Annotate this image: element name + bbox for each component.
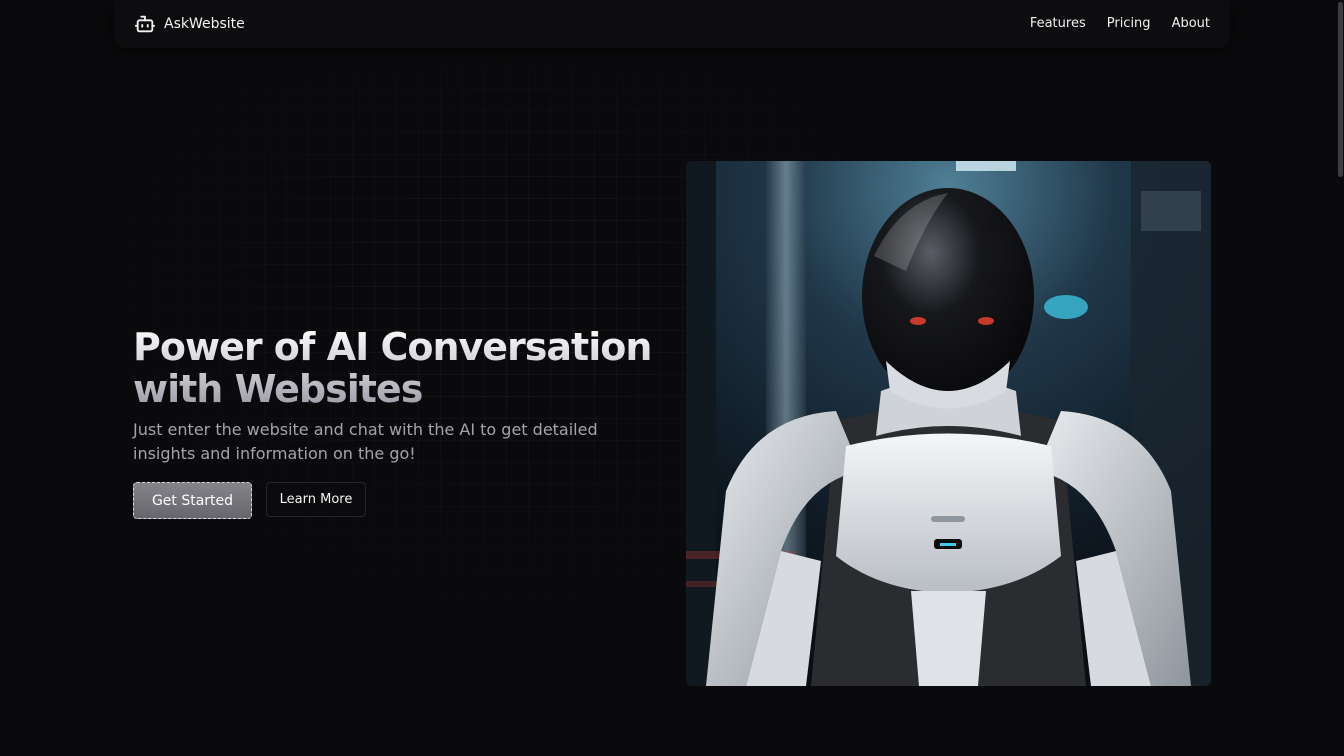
hero-headline-line-2: with Websites xyxy=(133,367,423,411)
nav-link-pricing[interactable]: Pricing xyxy=(1107,16,1151,31)
robot-icon xyxy=(134,13,156,35)
hero-text: Power of AI Conversation with Websites J… xyxy=(133,326,663,466)
hero-robot-image xyxy=(686,161,1211,686)
hero-subtitle: Just enter the website and chat with the… xyxy=(133,420,598,463)
brand[interactable]: AskWebsite xyxy=(134,13,245,35)
hero-headline-line-1: Power of AI Conversation xyxy=(133,325,652,369)
landing-page: AskWebsite Features Pricing About Power … xyxy=(0,0,1344,756)
hero-buttons: Get Started Learn More xyxy=(133,482,366,519)
nav-links: Features Pricing About xyxy=(1030,16,1210,31)
learn-more-button[interactable]: Learn More xyxy=(266,482,366,517)
nav-link-features[interactable]: Features xyxy=(1030,16,1086,31)
brand-name: AskWebsite xyxy=(164,16,245,32)
page-scrollbar[interactable] xyxy=(1336,0,1344,756)
scrollbar-thumb[interactable] xyxy=(1338,2,1343,177)
navbar: AskWebsite Features Pricing About xyxy=(114,0,1230,48)
nav-link-about[interactable]: About xyxy=(1172,16,1210,31)
get-started-button[interactable]: Get Started xyxy=(133,482,252,519)
hero-headline: Power of AI Conversation with Websites xyxy=(133,326,663,410)
